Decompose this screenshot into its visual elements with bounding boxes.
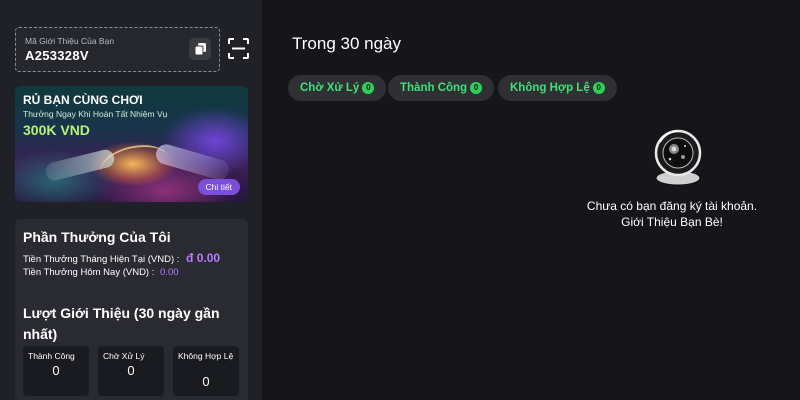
sidebar: Mã Giới Thiệu Của Bạn A253328V RỦ BẠN CÙ… xyxy=(0,0,262,400)
stat-label: Không Hợp Lệ xyxy=(178,351,234,361)
copy-icon xyxy=(194,43,206,55)
stat-success: Thành Công 0 xyxy=(23,346,89,396)
reward-title: Phần Thưởng Của Tôi xyxy=(23,229,171,245)
empty-state-line1: Chưa có bạn đăng ký tài khoản. xyxy=(586,199,758,213)
reward-card: Phần Thưởng Của Tôi Tiền Thưởng Tháng Hi… xyxy=(15,219,248,400)
scan-icon xyxy=(228,38,249,59)
stat-invalid: Không Hợp Lệ 0 xyxy=(173,346,239,396)
astronaut-icon xyxy=(654,129,702,186)
banner-title: RỦ BẠN CÙNG CHƠI xyxy=(23,93,143,107)
copy-button[interactable] xyxy=(189,38,211,60)
tab-label: Thành Công xyxy=(400,82,468,94)
today-reward-label: Tiền Thưởng Hôm Nay (VND) : xyxy=(23,267,155,278)
tab-count-badge: 0 xyxy=(362,82,375,94)
stat-value: 0 xyxy=(202,374,210,389)
tab-pending[interactable]: Chờ Xử Lý 0 xyxy=(288,75,387,101)
today-reward-line: Tiền Thưởng Hôm Nay (VND) : 0.00 xyxy=(23,267,179,278)
tab-count-badge: 0 xyxy=(470,82,483,94)
tab-label: Không Hợp Lệ xyxy=(510,82,590,94)
promo-banner[interactable]: RỦ BẠN CÙNG CHƠI Thưởng Ngay Khi Hoàn Tấ… xyxy=(15,86,248,202)
tab-label: Chờ Xử Lý xyxy=(300,82,360,94)
empty-state-line2: Giới Thiệu Bạn Bè! xyxy=(621,215,723,229)
banner-amount: 300K VND xyxy=(23,122,90,138)
month-reward-label: Tiền Thưởng Tháng Hiện Tại (VND) : xyxy=(23,254,180,265)
today-reward-value: 0.00 xyxy=(160,267,179,278)
month-reward-line: Tiền Thưởng Tháng Hiện Tại (VND) : đ 0.0… xyxy=(23,251,220,265)
tab-success[interactable]: Thành Công 0 xyxy=(388,75,495,101)
referral-code-label: Mã Giới Thiệu Của Bạn xyxy=(25,36,115,46)
detail-button[interactable]: Chi tiết xyxy=(197,179,240,195)
tab-invalid[interactable]: Không Hợp Lệ 0 xyxy=(498,75,617,101)
period-title: Trong 30 ngày xyxy=(292,34,401,53)
stat-value: 0 xyxy=(52,363,60,378)
stat-value: 0 xyxy=(127,363,135,378)
referral-code-value: A253328V xyxy=(25,48,89,63)
stat-label: Thành Công xyxy=(28,351,75,361)
scan-button[interactable] xyxy=(228,38,249,59)
referral-code-box: Mã Giới Thiệu Của Bạn A253328V xyxy=(15,27,220,72)
banner-subtitle: Thưởng Ngay Khi Hoàn Tất Nhiệm Vụ xyxy=(23,109,168,119)
stat-label: Chờ Xử Lý xyxy=(103,351,145,361)
referral-stats-title: Lượt Giới Thiệu (30 ngày gần nhất) xyxy=(23,305,220,342)
month-reward-value: đ 0.00 xyxy=(186,251,221,265)
main-panel: Trong 30 ngày Chờ Xử Lý 0 Thành Công 0 K… xyxy=(262,0,800,400)
stat-pending: Chờ Xử Lý 0 xyxy=(98,346,164,396)
tab-count-badge: 0 xyxy=(592,82,605,94)
